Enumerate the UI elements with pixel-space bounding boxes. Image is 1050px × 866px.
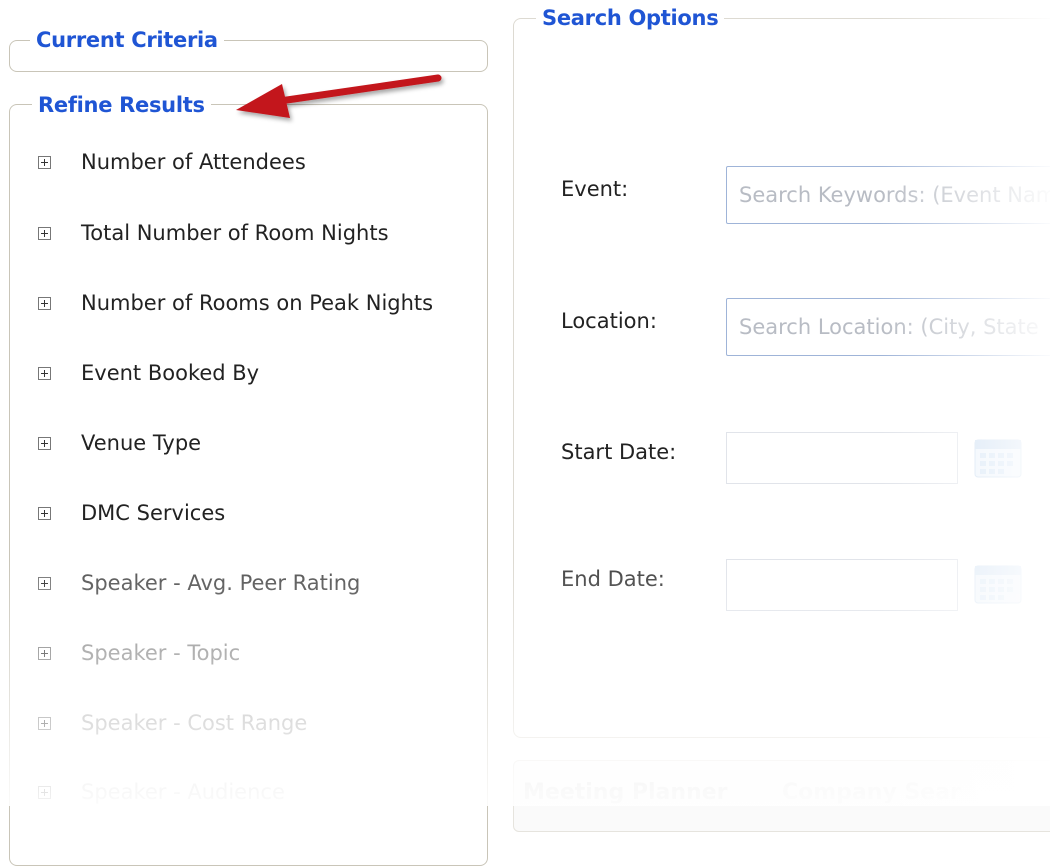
expand-plus-icon[interactable]	[38, 576, 51, 590]
refine-item-label: Speaker - Audience	[81, 780, 285, 804]
start-date-input[interactable]	[726, 432, 958, 484]
search-options-title: Search Options	[536, 6, 725, 30]
refine-item-label: Number of Attendees	[81, 150, 306, 174]
refine-item-speaker-topic[interactable]: Speaker - Topic	[38, 641, 240, 665]
search-options-panel	[513, 18, 1050, 738]
refine-item-event-booked-by[interactable]: Event Booked By	[38, 361, 259, 385]
annotation-arrow-icon	[236, 74, 442, 118]
refine-item-label: Venue Type	[81, 431, 202, 455]
refine-item-label: Total Number of Room Nights	[81, 221, 389, 245]
calendar-icon[interactable]	[974, 436, 1022, 478]
expand-plus-icon[interactable]	[38, 716, 51, 730]
event-search-input[interactable]: Search Keywords: (Event Name	[726, 166, 1050, 224]
location-search-input[interactable]: Search Location: (City, State	[726, 298, 1050, 356]
tab-meeting-planner[interactable]: Meeting Planner	[523, 780, 727, 805]
refine-item-number-of-attendees[interactable]: Number of Attendees	[38, 150, 306, 174]
refine-item-label: Number of Rooms on Peak Nights	[81, 291, 434, 315]
event-label: Event:	[561, 177, 629, 201]
refine-item-label: Speaker - Topic	[81, 641, 241, 665]
refine-item-label: Speaker - Avg. Peer Rating	[81, 571, 361, 595]
expand-plus-icon[interactable]	[38, 366, 51, 380]
end-date-label: End Date:	[561, 567, 665, 591]
start-date-label: Start Date:	[561, 440, 677, 464]
refine-results-panel	[9, 104, 488, 866]
refine-item-speaker-cost-range[interactable]: Speaker - Cost Range	[38, 711, 307, 735]
expand-plus-icon[interactable]	[38, 155, 51, 169]
tab-company-search[interactable]: Company Sear	[782, 780, 961, 805]
refine-item-label: DMC Services	[81, 501, 226, 525]
calendar-icon[interactable]	[974, 562, 1022, 604]
current-criteria-title[interactable]: Current Criteria	[30, 28, 224, 52]
expand-plus-icon[interactable]	[38, 785, 51, 799]
refine-item-dmc-services[interactable]: DMC Services	[38, 501, 225, 525]
location-label: Location:	[561, 309, 657, 333]
refine-item-label: Event Booked By	[81, 361, 260, 385]
expand-plus-icon[interactable]	[38, 506, 51, 520]
refine-item-venue-type[interactable]: Venue Type	[38, 431, 201, 455]
expand-plus-icon[interactable]	[38, 226, 51, 240]
expand-plus-icon[interactable]	[38, 436, 51, 450]
expand-plus-icon[interactable]	[38, 646, 51, 660]
refine-item-rooms-peak-nights[interactable]: Number of Rooms on Peak Nights	[38, 291, 433, 315]
expand-plus-icon[interactable]	[38, 296, 51, 310]
end-date-input[interactable]	[726, 559, 958, 611]
refine-results-title[interactable]: Refine Results	[32, 93, 211, 117]
refine-item-speaker-peer-rating[interactable]: Speaker - Avg. Peer Rating	[38, 571, 360, 595]
refine-item-label: Speaker - Cost Range	[81, 711, 308, 735]
refine-item-total-room-nights[interactable]: Total Number of Room Nights	[38, 221, 389, 245]
refine-item-speaker-audience[interactable]: Speaker - Audience	[38, 780, 285, 804]
